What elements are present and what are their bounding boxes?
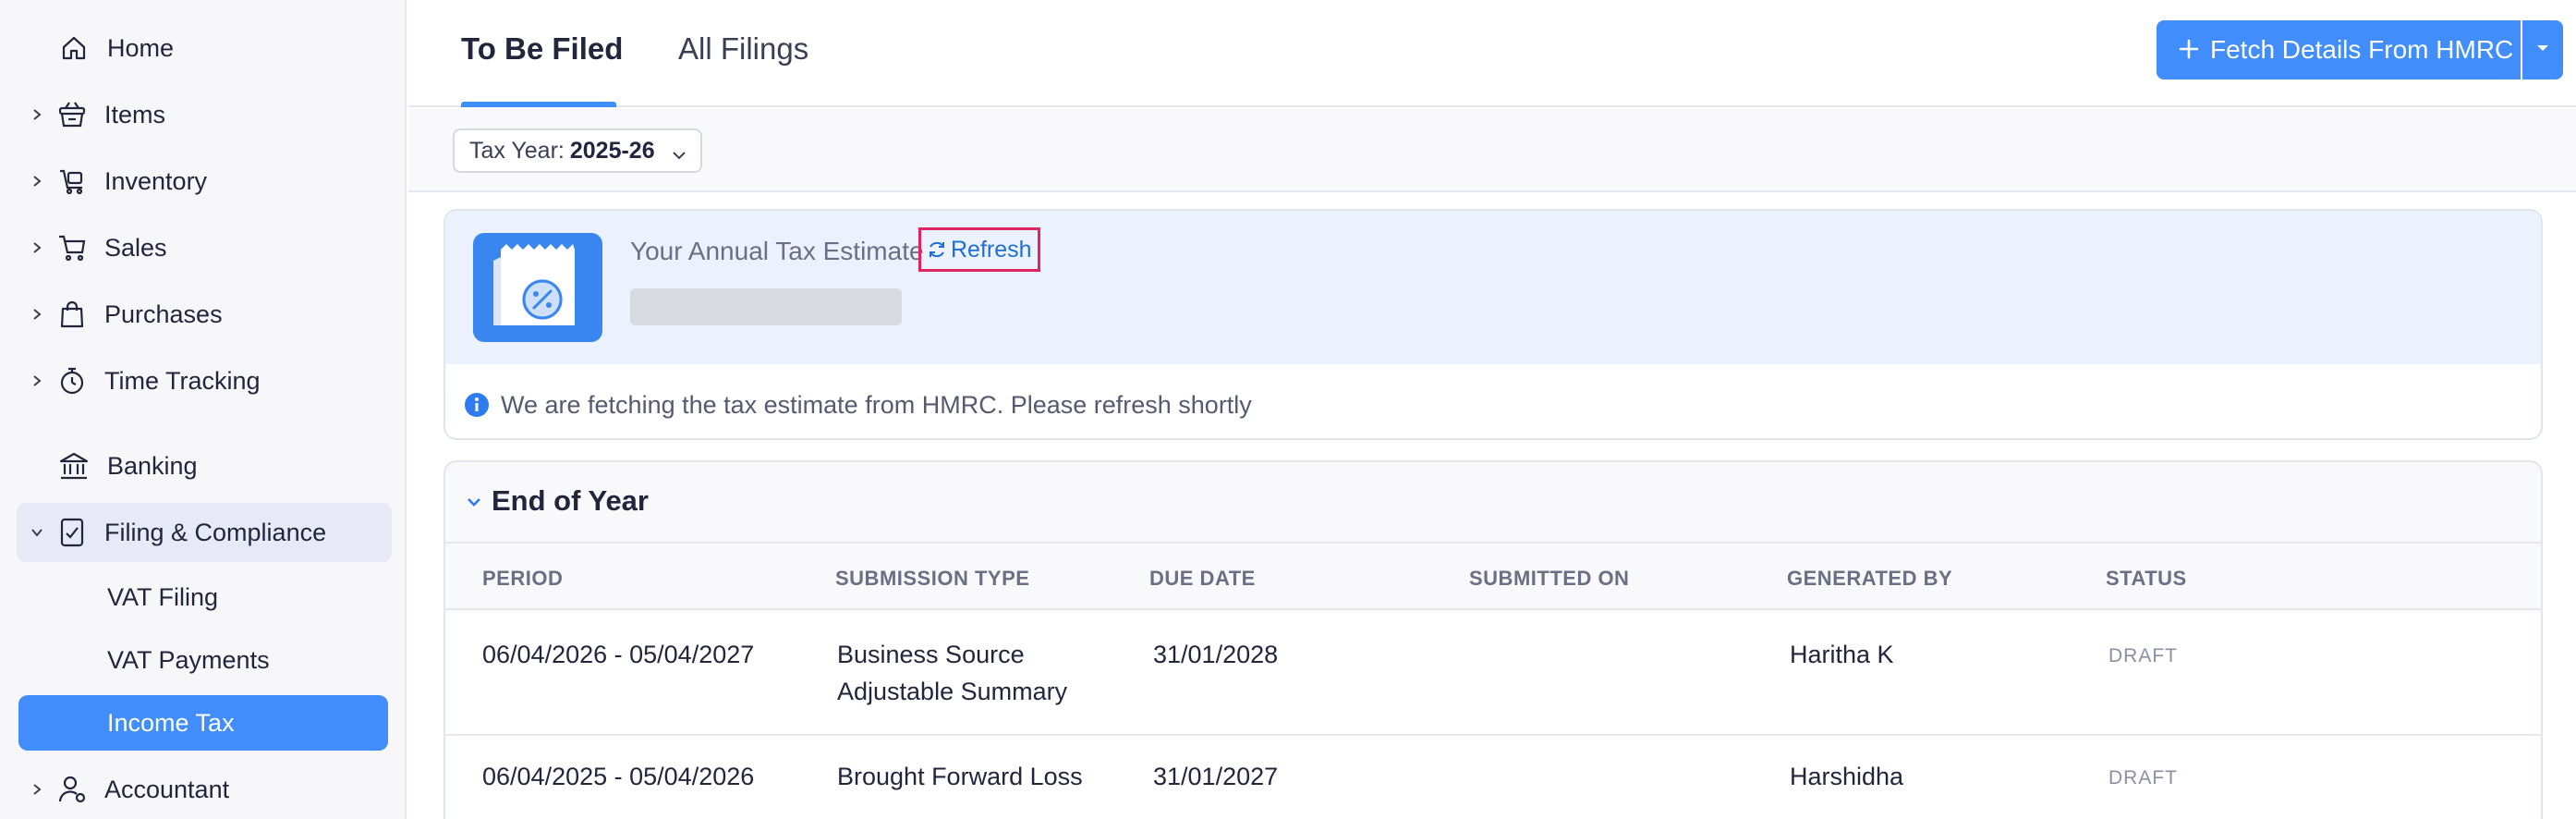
tax-estimate-card: Your Annual Tax Estimate Refresh We are …	[444, 209, 2543, 440]
sidebar-item-label: Items	[104, 100, 166, 128]
chevron-right-icon	[28, 105, 46, 124]
cell-due-date: 31/01/2027	[1153, 763, 1279, 790]
refresh-label: Refresh	[951, 236, 1032, 263]
submission-type-line: Business Source	[837, 641, 1025, 668]
refresh-icon	[927, 239, 947, 260]
cell-period: 06/04/2025 - 05/04/2026	[482, 763, 755, 790]
cell-submission-type: Business Source Adjustable Summary	[837, 636, 1067, 710]
refresh-link[interactable]: Refresh	[918, 227, 1040, 272]
tax-estimate-info: We are fetching the tax estimate from HM…	[464, 386, 1252, 423]
sidebar-item-label: Accountant	[104, 775, 230, 803]
column-header-due-date: DUE DATE	[1149, 567, 1256, 590]
sidebar-item-home[interactable]: Home	[0, 18, 407, 78]
sidebar-item-label: Banking	[107, 451, 198, 480]
column-header-submitted-on: SUBMITTED ON	[1469, 567, 1630, 590]
chevron-down-icon	[28, 523, 46, 542]
cart-icon	[55, 231, 89, 264]
column-header-period: PERIOD	[482, 567, 564, 590]
fetch-options-dropdown[interactable]	[2522, 20, 2563, 79]
accountant-icon	[55, 773, 89, 806]
table-row[interactable]: 06/04/2026 - 05/04/2027 Business Source …	[445, 612, 2541, 736]
sidebar-item-banking[interactable]: Banking	[0, 436, 407, 495]
cell-submission-type: Brought Forward Loss	[837, 763, 1083, 790]
tax-year-value: 2025-26	[569, 137, 655, 164]
sidebar-item-filing-compliance[interactable]: Filing & Compliance	[17, 503, 392, 562]
cell-generated-by: Haritha K	[1790, 641, 1894, 668]
info-icon	[464, 392, 490, 418]
status-badge: DRAFT	[2108, 767, 2178, 788]
sidebar-item-purchases[interactable]: Purchases	[0, 285, 407, 344]
sidebar-subitem-label: VAT Payments	[107, 645, 270, 674]
sidebar-item-label: Home	[107, 33, 175, 62]
active-tab-indicator	[461, 102, 616, 107]
caret-down-icon	[2535, 42, 2550, 58]
sidebar-item-label: Purchases	[104, 299, 223, 328]
sidebar-subitem-income-tax[interactable]: Income Tax	[18, 695, 388, 751]
cell-generated-by: Harshidha	[1790, 763, 1904, 790]
cell-period: 06/04/2026 - 05/04/2027	[482, 641, 755, 668]
chevron-down-icon	[671, 143, 687, 160]
inventory-icon	[55, 165, 89, 198]
sidebar: Home Items Inventory Sales Purchases Tim…	[0, 0, 407, 819]
sidebar-item-label: Sales	[104, 233, 167, 262]
tax-year-dropdown[interactable]: Tax Year: 2025-26	[453, 128, 702, 173]
bag-icon	[55, 298, 89, 331]
tax-estimate-title: Your Annual Tax Estimate	[630, 237, 924, 265]
status-badge: DRAFT	[2108, 645, 2178, 666]
sidebar-item-time-tracking[interactable]: Time Tracking	[0, 351, 407, 410]
fetch-details-button[interactable]: Fetch Details From HMRC	[2157, 20, 2521, 79]
end-of-year-header[interactable]: End of Year	[445, 462, 2541, 544]
column-header-status: STATUS	[2106, 567, 2187, 590]
cell-due-date: 31/01/2028	[1153, 641, 1279, 668]
table-row[interactable]: 06/04/2025 - 05/04/2026 Brought Forward …	[445, 736, 2541, 819]
end-of-year-title: End of Year	[492, 484, 649, 517]
sidebar-subitem-vat-filing[interactable]: VAT Filing	[18, 569, 388, 625]
filter-bar: Tax Year: 2025-26	[408, 109, 2576, 192]
sidebar-item-accountant[interactable]: Accountant	[0, 760, 407, 819]
tax-receipt-icon	[473, 233, 602, 342]
sidebar-item-label: Filing & Compliance	[104, 518, 327, 546]
sidebar-item-label: Time Tracking	[104, 366, 261, 395]
end-of-year-section: End of Year PERIOD SUBMISSION TYPE DUE D…	[444, 460, 2543, 819]
tab-all-filings[interactable]: All Filings	[678, 31, 808, 67]
tab-to-be-filed[interactable]: To Be Filed	[461, 31, 623, 67]
filing-icon	[55, 516, 89, 549]
table-header: PERIOD SUBMISSION TYPE DUE DATE SUBMITTE…	[445, 545, 2541, 610]
chevron-right-icon	[28, 372, 46, 390]
chevron-right-icon	[28, 238, 46, 257]
submission-type-line: Adjustable Summary	[837, 678, 1068, 705]
sidebar-item-inventory[interactable]: Inventory	[0, 152, 407, 211]
sidebar-subitem-label: VAT Filing	[107, 582, 219, 611]
bank-icon	[57, 449, 91, 483]
home-icon	[57, 31, 91, 65]
chevron-right-icon	[28, 780, 46, 799]
sidebar-subitem-label: Income Tax	[107, 708, 235, 737]
sidebar-subitem-vat-payments[interactable]: VAT Payments	[18, 632, 388, 688]
plus-icon	[2175, 35, 2203, 63]
sidebar-item-items[interactable]: Items	[0, 85, 407, 144]
chevron-down-icon	[464, 492, 484, 512]
fetch-button-label: Fetch Details From HMRC	[2210, 35, 2514, 64]
chevron-right-icon	[28, 305, 46, 324]
column-header-submission-type: SUBMISSION TYPE	[835, 567, 1030, 590]
tax-year-label: Tax Year:	[469, 137, 565, 164]
tax-estimate-info-text: We are fetching the tax estimate from HM…	[501, 390, 1252, 419]
stopwatch-icon	[55, 364, 89, 397]
sidebar-item-sales[interactable]: Sales	[0, 218, 407, 277]
basket-icon	[55, 98, 89, 131]
chevron-right-icon	[28, 172, 46, 190]
column-header-generated-by: GENERATED BY	[1787, 567, 1953, 590]
sidebar-item-label: Inventory	[104, 166, 208, 195]
tax-estimate-banner: Your Annual Tax Estimate Refresh	[445, 211, 2541, 364]
tax-estimate-loading-placeholder	[630, 288, 902, 325]
